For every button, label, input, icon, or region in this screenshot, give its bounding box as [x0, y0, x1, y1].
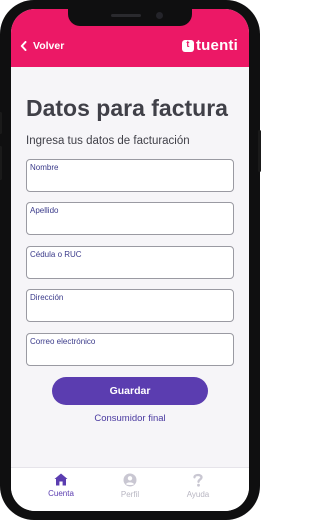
- address-label: Dirección: [30, 293, 64, 302]
- address-field[interactable]: Dirección: [26, 289, 234, 322]
- phone-notch: [68, 9, 192, 26]
- nav-label-ayuda: Ayuda: [186, 490, 210, 499]
- brand-logo: t tuenti: [181, 37, 238, 54]
- brand-mark-icon: t: [181, 39, 194, 52]
- user-icon: [123, 473, 137, 487]
- final-consumer-link[interactable]: Consumidor final: [11, 413, 249, 424]
- nav-item-perfil[interactable]: Perfil: [100, 473, 160, 499]
- camera: [156, 12, 163, 19]
- nav-label-cuenta: Cuenta: [48, 489, 74, 498]
- first-name-label: Nombre: [30, 163, 59, 172]
- speaker: [111, 14, 141, 17]
- help-icon: [193, 473, 203, 487]
- back-button[interactable]: Volver: [20, 39, 64, 53]
- last-name-label: Apellido: [30, 206, 59, 215]
- email-field[interactable]: Correo electrónico: [26, 333, 234, 366]
- nav-item-cuenta[interactable]: Cuenta: [31, 473, 91, 498]
- phone-side-button: [0, 146, 2, 180]
- nav-label-perfil: Perfil: [120, 490, 140, 499]
- first-name-input[interactable]: [30, 177, 228, 189]
- home-icon: [54, 473, 68, 486]
- last-name-input[interactable]: [30, 220, 228, 232]
- back-button-label: Volver: [33, 40, 65, 52]
- email-label: Correo electrónico: [30, 337, 96, 346]
- id-number-input[interactable]: [30, 264, 228, 276]
- brand-name: tuenti: [195, 37, 238, 54]
- page-subtitle: Ingresa tus datos de facturación: [26, 135, 190, 147]
- phone-side-button: [0, 112, 2, 134]
- phone-side-button: [258, 130, 261, 172]
- phone-mockup: Volver t tuenti Datos para factura Ingre…: [0, 0, 261, 520]
- first-name-field[interactable]: Nombre: [26, 159, 234, 192]
- bottom-nav: Cuenta Perfil Ayuda: [11, 467, 249, 511]
- save-button[interactable]: Guardar: [52, 377, 208, 405]
- id-number-field[interactable]: Cédula o RUC: [26, 246, 234, 279]
- page-title: Datos para factura: [26, 95, 228, 121]
- address-input[interactable]: [30, 307, 228, 319]
- app-screen: Volver t tuenti Datos para factura Ingre…: [11, 9, 249, 511]
- nav-item-ayuda[interactable]: Ayuda: [168, 473, 228, 499]
- last-name-field[interactable]: Apellido: [26, 202, 234, 235]
- billing-form-page: Datos para factura Ingresa tus datos de …: [11, 67, 249, 467]
- email-input[interactable]: [30, 351, 228, 363]
- chevron-left-icon: [20, 41, 27, 51]
- id-number-label: Cédula o RUC: [30, 250, 82, 259]
